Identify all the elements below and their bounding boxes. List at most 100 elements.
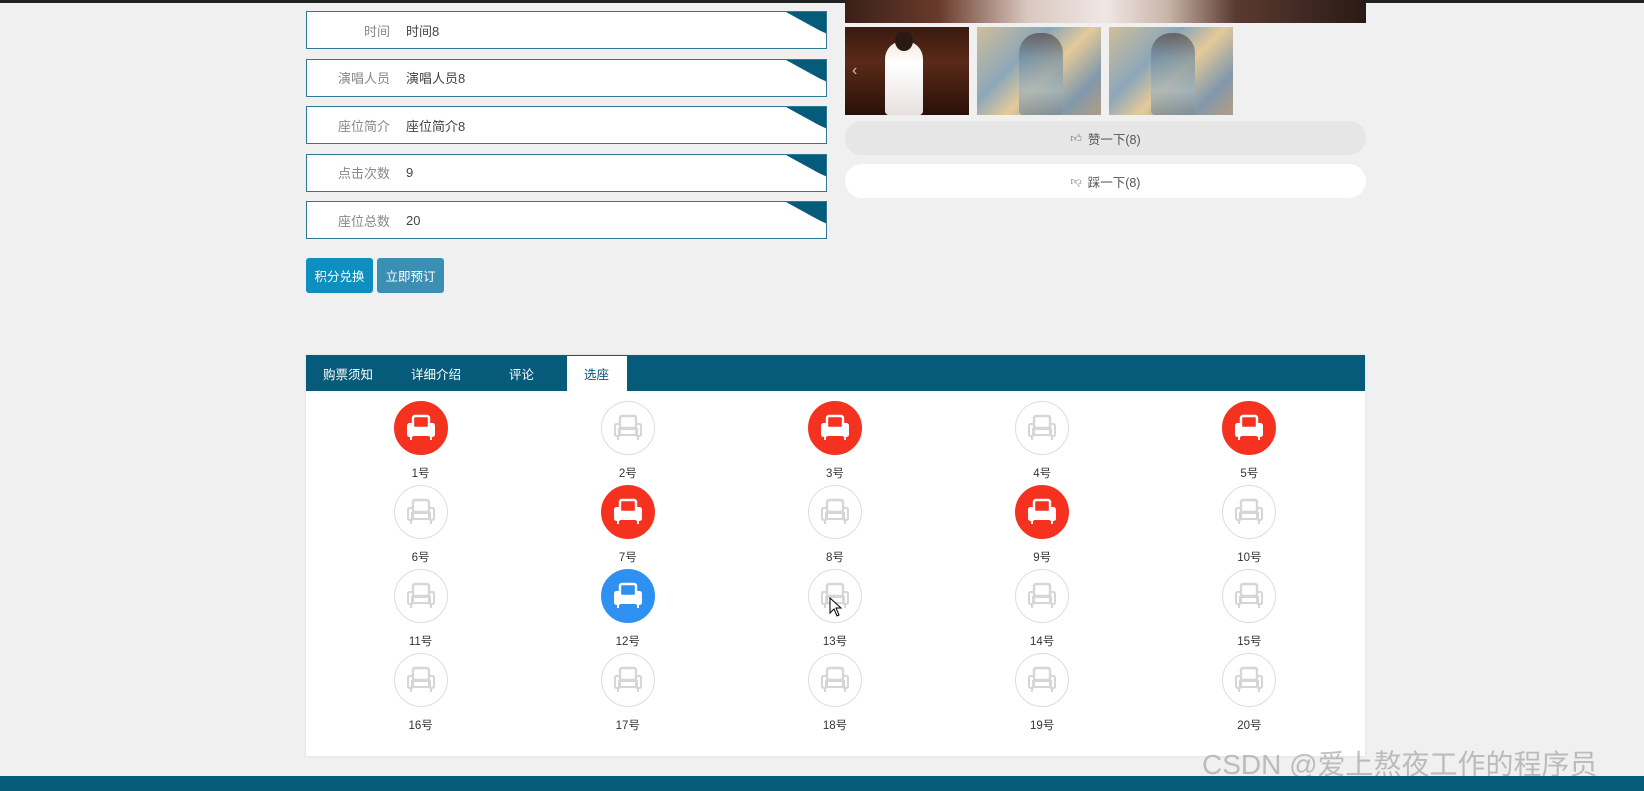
armchair-icon bbox=[406, 582, 435, 608]
dislike-button[interactable]: 👎︎ 踩一下(8) bbox=[845, 164, 1366, 198]
info-value: 座位简介8 bbox=[406, 118, 466, 134]
thumbnail-image[interactable] bbox=[1109, 27, 1233, 115]
seat[interactable]: 18号 bbox=[731, 653, 938, 737]
like-label: 赞一下(8) bbox=[1087, 132, 1141, 147]
seat[interactable]: 16号 bbox=[317, 653, 524, 737]
seat-status-circle bbox=[393, 653, 448, 707]
info-value: 20 bbox=[406, 212, 421, 228]
seat[interactable]: 17号 bbox=[524, 653, 731, 737]
seat[interactable]: 12号 bbox=[524, 569, 731, 653]
info-row-singer: 演唱人员 演唱人员8 bbox=[306, 58, 827, 97]
info-row-time: 时间 时间8 bbox=[306, 11, 827, 49]
seat-label: 14号 bbox=[1030, 636, 1055, 648]
armchair-icon bbox=[1235, 498, 1264, 524]
info-label: 时间 bbox=[363, 23, 390, 39]
corner-decoration-icon bbox=[786, 107, 826, 129]
seat[interactable]: 9号 bbox=[939, 485, 1146, 569]
seat[interactable]: 1号 bbox=[317, 401, 524, 485]
tab-details[interactable]: 详细介绍 bbox=[394, 355, 492, 391]
seat[interactable]: 20号 bbox=[1146, 653, 1353, 737]
seat-status-circle bbox=[393, 569, 448, 623]
tab-ticket-notice[interactable]: 购票须知 bbox=[306, 355, 394, 391]
armchair-icon bbox=[1028, 582, 1057, 608]
seat-status-circle bbox=[807, 653, 862, 707]
seat-status-circle bbox=[807, 485, 862, 539]
thumbnail-image[interactable] bbox=[977, 27, 1101, 115]
book-now-button[interactable]: 立即预订 bbox=[377, 258, 444, 293]
seat-label: 20号 bbox=[1237, 720, 1262, 732]
seat-status-circle bbox=[1222, 485, 1277, 539]
seat-status-circle bbox=[600, 401, 655, 455]
seat-label: 10号 bbox=[1237, 552, 1262, 564]
seat-label: 3号 bbox=[826, 468, 844, 480]
chevron-left-icon[interactable]: ‹ bbox=[852, 62, 857, 80]
seat-status-circle bbox=[807, 401, 862, 455]
seat-row: 16号 17号 18号 19号 20号 bbox=[317, 653, 1353, 737]
points-exchange-button[interactable]: 积分兑换 bbox=[306, 258, 373, 293]
seat[interactable]: 15号 bbox=[1146, 569, 1353, 653]
armchair-icon bbox=[820, 414, 849, 440]
armchair-icon bbox=[820, 498, 849, 524]
corner-decoration-icon bbox=[786, 12, 826, 34]
main-concert-image bbox=[845, 0, 1366, 23]
info-label: 演唱人员 bbox=[337, 71, 390, 86]
seat[interactable]: 19号 bbox=[939, 653, 1146, 737]
info-label: 点击次数 bbox=[337, 166, 390, 181]
seat-status-circle bbox=[600, 485, 655, 539]
seat-label: 6号 bbox=[411, 552, 430, 564]
seat-row: 1号 2号 3号 4号 5号 bbox=[317, 401, 1353, 485]
like-button[interactable]: 👍︎ 赞一下(8) bbox=[845, 121, 1366, 155]
seat-label: 8号 bbox=[826, 552, 844, 564]
seat-label: 17号 bbox=[615, 720, 640, 732]
seat-status-circle bbox=[1222, 401, 1277, 455]
seat-status-circle bbox=[1015, 653, 1070, 707]
info-value: 演唱人员8 bbox=[406, 71, 466, 86]
seat[interactable]: 5号 bbox=[1146, 401, 1353, 485]
seat-label: 4号 bbox=[1033, 468, 1052, 480]
seat-label: 12号 bbox=[615, 636, 640, 648]
seat[interactable]: 14号 bbox=[939, 569, 1146, 653]
armchair-icon bbox=[1235, 666, 1264, 692]
seat[interactable]: 2号 bbox=[524, 401, 731, 485]
seat[interactable]: 4号 bbox=[939, 401, 1146, 485]
seat-status-circle bbox=[600, 653, 655, 707]
seat-label: 5号 bbox=[1240, 468, 1259, 480]
armchair-icon bbox=[1028, 498, 1057, 524]
seat[interactable]: 3号 bbox=[731, 401, 938, 485]
seat[interactable]: 6号 bbox=[317, 485, 524, 569]
thumbnail-image[interactable] bbox=[845, 27, 969, 115]
mouse-cursor-icon bbox=[829, 596, 843, 622]
armchair-icon bbox=[613, 666, 642, 692]
dislike-label: 踩一下(8) bbox=[1087, 175, 1141, 190]
seat-grid: 1号 2号 3号 4号 5号 6号 7号 8号 9号 10号 11号 12号 13号 14号 15号 16号 1… bbox=[317, 401, 1353, 737]
seat-label: 1号 bbox=[411, 468, 430, 480]
corner-decoration-icon bbox=[786, 59, 826, 82]
seat-label: 7号 bbox=[618, 552, 637, 564]
seat-status-circle bbox=[1015, 401, 1070, 455]
seat-label: 15号 bbox=[1237, 636, 1262, 648]
seat[interactable]: 11号 bbox=[317, 569, 524, 653]
armchair-icon bbox=[1235, 414, 1264, 440]
seat[interactable]: 10号 bbox=[1146, 485, 1353, 569]
armchair-icon bbox=[613, 582, 642, 608]
seat-label: 13号 bbox=[822, 636, 848, 648]
seat-status-circle bbox=[1222, 653, 1277, 707]
tab-comments[interactable]: 评论 bbox=[492, 355, 567, 391]
info-label: 座位简介 bbox=[337, 118, 390, 134]
seat-status-circle bbox=[1222, 569, 1277, 623]
seat-label: 16号 bbox=[408, 720, 433, 732]
tab-seat-selection[interactable]: 选座 bbox=[567, 356, 627, 391]
armchair-icon bbox=[1028, 414, 1057, 440]
seat[interactable]: 8号 bbox=[731, 485, 938, 569]
armchair-icon bbox=[820, 666, 849, 692]
footer-bar bbox=[0, 776, 1644, 791]
tab-bar: 购票须知 详细介绍 评论 选座 bbox=[306, 355, 1365, 391]
armchair-icon bbox=[406, 498, 435, 524]
info-label: 座位总数 bbox=[337, 213, 390, 229]
seat-status-circle bbox=[600, 569, 655, 623]
thumbs-down-icon: 👎︎ bbox=[1070, 175, 1082, 188]
seat[interactable]: 7号 bbox=[524, 485, 731, 569]
corner-decoration-icon bbox=[786, 202, 826, 224]
armchair-icon bbox=[613, 498, 642, 524]
seat-status-circle bbox=[1015, 569, 1070, 623]
